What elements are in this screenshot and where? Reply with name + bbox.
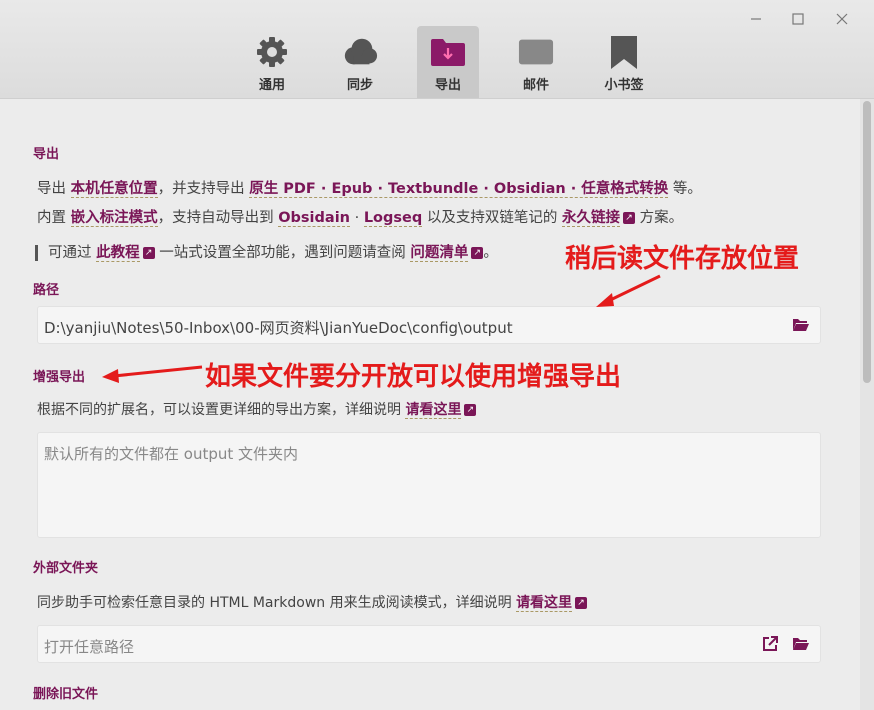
link-export-formats[interactable]: 原生 PDF · Epub · Textbundle · Obsidian · … (249, 181, 669, 198)
close-icon (836, 13, 848, 25)
text: 导出 (37, 181, 71, 197)
tab-label: 同步 (346, 78, 373, 93)
external-folder-input[interactable]: 打开任意路径 (37, 625, 821, 663)
annotation-arrow-path (596, 274, 661, 307)
link-obsidain[interactable]: Obsidain (278, 210, 350, 227)
tab-mail[interactable]: 邮件 (492, 26, 580, 98)
external-link-icon: ↗ (471, 247, 484, 259)
text: 同步助手可检索任意目录的 HTML Markdown 用来生成阅读模式，详细说明 (37, 595, 517, 611)
section-heading-delete-old-files: 删除旧文件 (33, 687, 99, 702)
text: 以及支持双链笔记的 (422, 210, 562, 226)
export-desc-line2: 内置 嵌入标注模式，支持自动导出到 Obsidain · Logseq 以及支持… (37, 206, 683, 227)
open-external-icon[interactable] (762, 636, 778, 652)
section-heading-path: 路径 (33, 283, 60, 298)
mail-icon (518, 34, 554, 70)
external-link-icon: ↗ (575, 597, 588, 609)
text: 等。 (668, 181, 702, 197)
title-bar: 通用 同步 导出 邮件 小书签 (0, 0, 874, 99)
text: 一站式设置全部功能，遇到问题请查阅 (154, 245, 411, 261)
input-placeholder: 打开任意路径 (44, 638, 135, 656)
link-permanent-link[interactable]: 永久链接 (561, 210, 620, 227)
link-logseq[interactable]: Logseq (363, 210, 423, 227)
export-desc-line1: 导出 本机任意位置，并支持导出 原生 PDF · Epub · Textbund… (37, 177, 702, 198)
export-settings-panel: 导出 导出 本机任意位置，并支持导出 原生 PDF · Epub · Textb… (0, 99, 860, 710)
text: ，并支持导出 (157, 181, 250, 197)
section-heading-external-folder: 外部文件夹 (33, 561, 99, 576)
tab-label: 邮件 (522, 78, 549, 93)
bookmark-icon (606, 34, 642, 70)
text: 根据不同的扩展名，可以设置更详细的导出方案，详细说明 (37, 402, 406, 418)
minimize-icon (751, 18, 761, 20)
annotation-enhanced-export: 如果文件要分开放可以使用增强导出 (205, 362, 622, 392)
scrollbar[interactable] (860, 99, 874, 710)
folder-open-icon[interactable] (792, 317, 810, 333)
textarea-placeholder: 默认所有的文件都在 output 文件夹内 (44, 445, 299, 463)
tab-label: 小书签 (604, 78, 644, 93)
maximize-button[interactable] (784, 8, 812, 32)
text: ，支持自动导出到 (157, 210, 279, 226)
enhanced-export-textarea[interactable]: 默认所有的文件都在 output 文件夹内 (37, 432, 821, 538)
link-faq[interactable]: 问题清单 (410, 245, 469, 262)
section-heading-enhanced-export: 增强导出 (33, 370, 86, 385)
text: 方案。 (634, 210, 684, 226)
enhanced-desc: 根据不同的扩展名，可以设置更详细的导出方案，详细说明 请看这里 ↗ (37, 399, 477, 419)
external-link-icon: ↗ (142, 247, 155, 259)
close-button[interactable] (828, 8, 856, 32)
link-see-here[interactable]: 请看这里 (405, 402, 462, 419)
text: · (349, 210, 364, 226)
tab-sync[interactable]: 同步 (316, 26, 404, 98)
minimize-button[interactable] (742, 8, 770, 32)
text: 内置 (37, 210, 71, 226)
cloud-icon (342, 34, 378, 70)
link-tutorial[interactable]: 此教程 (96, 245, 140, 262)
tab-general[interactable]: 通用 (228, 26, 316, 98)
text: 。 (483, 245, 498, 261)
settings-tabs: 通用 同步 导出 邮件 小书签 (228, 26, 668, 98)
folder-export-icon (430, 34, 466, 70)
path-input[interactable]: D:\yanjiu\Notes\50-Inbox\00-网页资料\JianYue… (37, 306, 821, 344)
tab-export[interactable]: 导出 (417, 26, 479, 98)
gear-icon (254, 34, 290, 70)
tab-bookmarklet[interactable]: 小书签 (580, 26, 668, 98)
link-embed-annotation[interactable]: 嵌入标注模式 (70, 210, 158, 227)
text: 可通过 (48, 245, 97, 261)
link-see-here[interactable]: 请看这里 (516, 595, 573, 612)
scrollbar-thumb[interactable] (863, 101, 871, 383)
external-link-icon: ↗ (464, 404, 477, 416)
folder-open-icon[interactable] (792, 636, 810, 652)
external-link-icon: ↗ (622, 212, 635, 224)
tab-label: 通用 (258, 78, 285, 93)
section-heading-export: 导出 (33, 147, 60, 162)
quote-bar (35, 245, 38, 261)
path-value: D:\yanjiu\Notes\50-Inbox\00-网页资料\JianYue… (44, 319, 513, 337)
export-tutorial-note: 可通过 此教程 ↗ 一站式设置全部功能，遇到问题请查阅 问题清单 ↗。 (35, 241, 498, 262)
annotation-arrow-enhanced (102, 365, 203, 383)
annotation-path: 稍后读文件存放位置 (565, 244, 800, 274)
link-local-location[interactable]: 本机任意位置 (70, 181, 158, 198)
external-desc: 同步助手可检索任意目录的 HTML Markdown 用来生成阅读模式，详细说明… (37, 592, 588, 612)
tab-label: 导出 (434, 78, 461, 93)
maximize-icon (792, 13, 804, 25)
